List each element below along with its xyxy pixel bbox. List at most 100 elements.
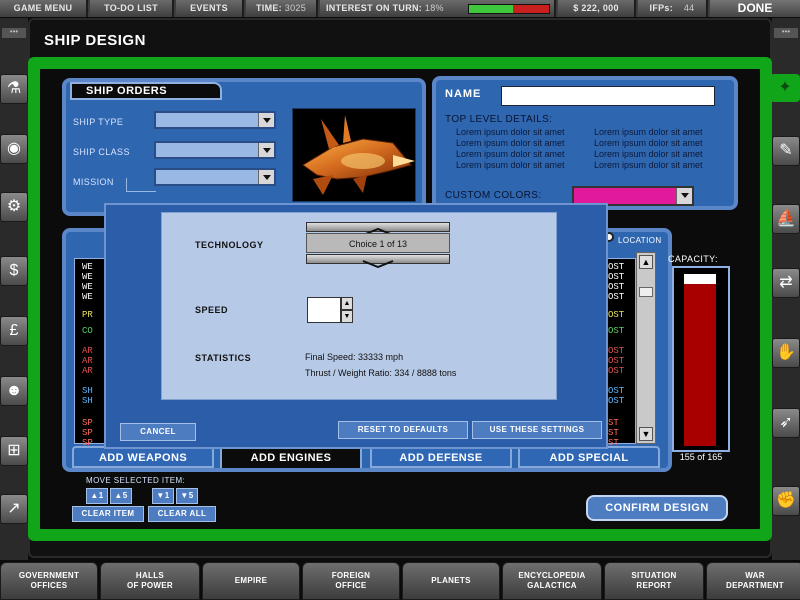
cancel-button[interactable]: CANCEL bbox=[120, 423, 196, 441]
wrench-icon[interactable]: ✎ bbox=[772, 136, 800, 166]
scroll-thumb[interactable] bbox=[639, 287, 653, 297]
reset-to-defaults-button[interactable]: RESET TO DEFAULTS bbox=[338, 421, 468, 439]
pound-icon[interactable]: £ bbox=[0, 316, 28, 346]
ship-name-input[interactable] bbox=[501, 86, 715, 106]
ship-design-active-icon[interactable]: ✦ bbox=[770, 74, 800, 102]
component-list-item-left[interactable]: WE bbox=[82, 272, 93, 282]
component-list-item-right[interactable]: OST bbox=[608, 386, 624, 396]
clear-all-button[interactable]: CLEAR ALL bbox=[148, 506, 216, 522]
component-list-item-left[interactable]: PR bbox=[82, 310, 93, 320]
bottom-tab-government[interactable]: GOVERNMENT OFFICES bbox=[0, 562, 98, 600]
component-list-item-right[interactable]: OST bbox=[608, 326, 624, 336]
ship-type-select[interactable] bbox=[154, 111, 276, 129]
rocket-icon[interactable]: ➶ bbox=[772, 408, 800, 438]
move-up-5-button[interactable]: ▲5 bbox=[110, 488, 132, 504]
mission-select[interactable] bbox=[154, 168, 276, 186]
arrows-icon[interactable]: ⇄ bbox=[772, 268, 800, 298]
component-list-item-left[interactable]: SH bbox=[82, 386, 93, 396]
component-list-item-right[interactable]: OST bbox=[608, 262, 624, 272]
fist-icon[interactable]: ✊ bbox=[772, 486, 800, 516]
component-list-item-left[interactable]: CO bbox=[82, 326, 93, 336]
speed-up-icon[interactable]: ▲ bbox=[341, 297, 353, 310]
component-list-item-right[interactable]: OST bbox=[608, 272, 624, 282]
interest-display: INTEREST ON TURN: 18% bbox=[320, 0, 556, 17]
bottom-tab-label-line1: EMPIRE bbox=[234, 576, 268, 585]
component-list-item-right[interactable]: ST bbox=[608, 428, 624, 438]
chevron-down-icon[interactable] bbox=[676, 188, 692, 204]
bottom-tab-empire[interactable]: EMPIRE bbox=[202, 562, 300, 600]
capacity-meter bbox=[672, 266, 730, 452]
done-button[interactable]: DONE bbox=[710, 0, 800, 17]
speed-label: SPEED bbox=[195, 305, 229, 315]
component-list-item-left[interactable]: AR bbox=[82, 366, 93, 376]
chevron-down-icon[interactable] bbox=[258, 113, 274, 127]
flask-icon[interactable]: ⚗ bbox=[0, 74, 28, 104]
game-menu-button[interactable]: GAME MENU bbox=[0, 0, 88, 17]
component-list-item-right[interactable]: OST bbox=[608, 282, 624, 292]
chevron-down-icon[interactable] bbox=[258, 170, 274, 184]
mission-label: MISSION bbox=[73, 177, 114, 187]
component-list-item-right[interactable]: OST bbox=[608, 292, 624, 302]
scroll-up-icon[interactable]: ▲ bbox=[639, 255, 653, 269]
arrow-down-icon: ▼ bbox=[180, 491, 189, 500]
component-list-item-left[interactable]: WE bbox=[82, 282, 93, 292]
tab-add-defense[interactable]: ADD DEFENSE bbox=[370, 446, 512, 468]
technology-label: TECHNOLOGY bbox=[195, 240, 264, 250]
ship-icon[interactable]: ⛵ bbox=[772, 204, 800, 234]
gears-icon[interactable]: ⚙ bbox=[0, 192, 28, 222]
component-list-item-left[interactable]: AR bbox=[82, 346, 93, 356]
component-list-item-left[interactable]: SP bbox=[82, 418, 93, 428]
flowchart-icon[interactable]: ⊞ bbox=[0, 436, 28, 466]
confirm-design-button[interactable]: CONFIRM DESIGN bbox=[586, 495, 728, 521]
ship-class-select[interactable] bbox=[154, 141, 276, 159]
move-down-1-button[interactable]: ▼1 bbox=[152, 488, 174, 504]
globe-icon[interactable]: ◉ bbox=[0, 134, 28, 164]
component-list-item-right[interactable]: OST bbox=[608, 366, 624, 376]
hand-icon[interactable]: ✋ bbox=[772, 338, 800, 368]
bottom-tab-encyclopedia[interactable]: ENCYCLOPEDIA GALACTICA bbox=[502, 562, 602, 600]
use-these-settings-button[interactable]: USE THESE SETTINGS bbox=[472, 421, 602, 439]
component-list-item-left[interactable]: SP bbox=[82, 428, 93, 438]
move-down-5-button[interactable]: ▼5 bbox=[176, 488, 198, 504]
component-list-item-right[interactable]: OST bbox=[608, 396, 624, 406]
bottom-tab-foreign[interactable]: FOREIGN OFFICE bbox=[302, 562, 400, 600]
top-level-list-left: Lorem ipsum dolor sit amet Lorem ipsum do… bbox=[456, 127, 565, 171]
right-sidebar-handle[interactable]: ••• bbox=[774, 28, 798, 38]
speed-down-icon[interactable]: ▼ bbox=[341, 310, 353, 323]
bottom-tab-halls[interactable]: HALLS OF POWER bbox=[100, 562, 200, 600]
bottom-tab-planets[interactable]: PLANETS bbox=[402, 562, 500, 600]
component-list-item-left[interactable]: SH bbox=[82, 396, 93, 406]
top-level-detail-line: Lorem ipsum dolor sit amet bbox=[594, 149, 703, 159]
tab-add-special[interactable]: ADD SPECIAL bbox=[518, 446, 660, 468]
tab-add-engines[interactable]: ADD ENGINES bbox=[220, 446, 362, 468]
top-bar: GAME MENU TO-DO LIST EVENTS TIME: 3025 I… bbox=[0, 0, 800, 17]
technology-next-button[interactable] bbox=[306, 254, 450, 269]
component-list-item-right[interactable]: OST bbox=[608, 310, 624, 320]
move-up-1-button[interactable]: ▲1 bbox=[86, 488, 108, 504]
component-list-item-left[interactable]: AR bbox=[82, 356, 93, 366]
todo-list-button[interactable]: TO-DO LIST bbox=[90, 0, 174, 17]
component-list-item-right[interactable]: OST bbox=[608, 356, 624, 366]
left-sidebar-handle[interactable]: ••• bbox=[2, 28, 26, 38]
component-list-item-left[interactable]: WE bbox=[82, 292, 93, 302]
speed-input[interactable] bbox=[307, 297, 341, 323]
tab-add-weapons[interactable]: ADD WEAPONS bbox=[72, 446, 214, 468]
people-icon[interactable]: ☻ bbox=[0, 376, 28, 406]
bottom-tab-war[interactable]: WAR DEPARTMENT bbox=[706, 562, 800, 600]
component-list-scrollbar[interactable]: ▲ ▼ bbox=[636, 252, 656, 444]
component-list-item-left[interactable]: WE bbox=[82, 262, 93, 272]
bottom-tab-situation[interactable]: SITUATION REPORT bbox=[604, 562, 704, 600]
component-list-item-right[interactable]: OST bbox=[608, 346, 624, 356]
technology-prev-button[interactable] bbox=[306, 222, 450, 236]
clear-item-button[interactable]: CLEAR ITEM bbox=[72, 506, 144, 522]
chevron-down-icon[interactable] bbox=[258, 143, 274, 157]
scroll-down-icon[interactable]: ▼ bbox=[639, 427, 653, 441]
top-level-detail-line: Lorem ipsum dolor sit amet bbox=[456, 127, 565, 137]
dollar-icon[interactable]: $ bbox=[0, 256, 28, 286]
events-button[interactable]: EVENTS bbox=[176, 0, 244, 17]
graph-icon[interactable]: ↗ bbox=[0, 494, 28, 524]
statistics-label: STATISTICS bbox=[195, 353, 252, 363]
interest-progress-fill bbox=[469, 5, 513, 13]
component-list-item-right[interactable]: ST bbox=[608, 418, 624, 428]
capacity-readout: 155 of 165 bbox=[679, 452, 723, 462]
